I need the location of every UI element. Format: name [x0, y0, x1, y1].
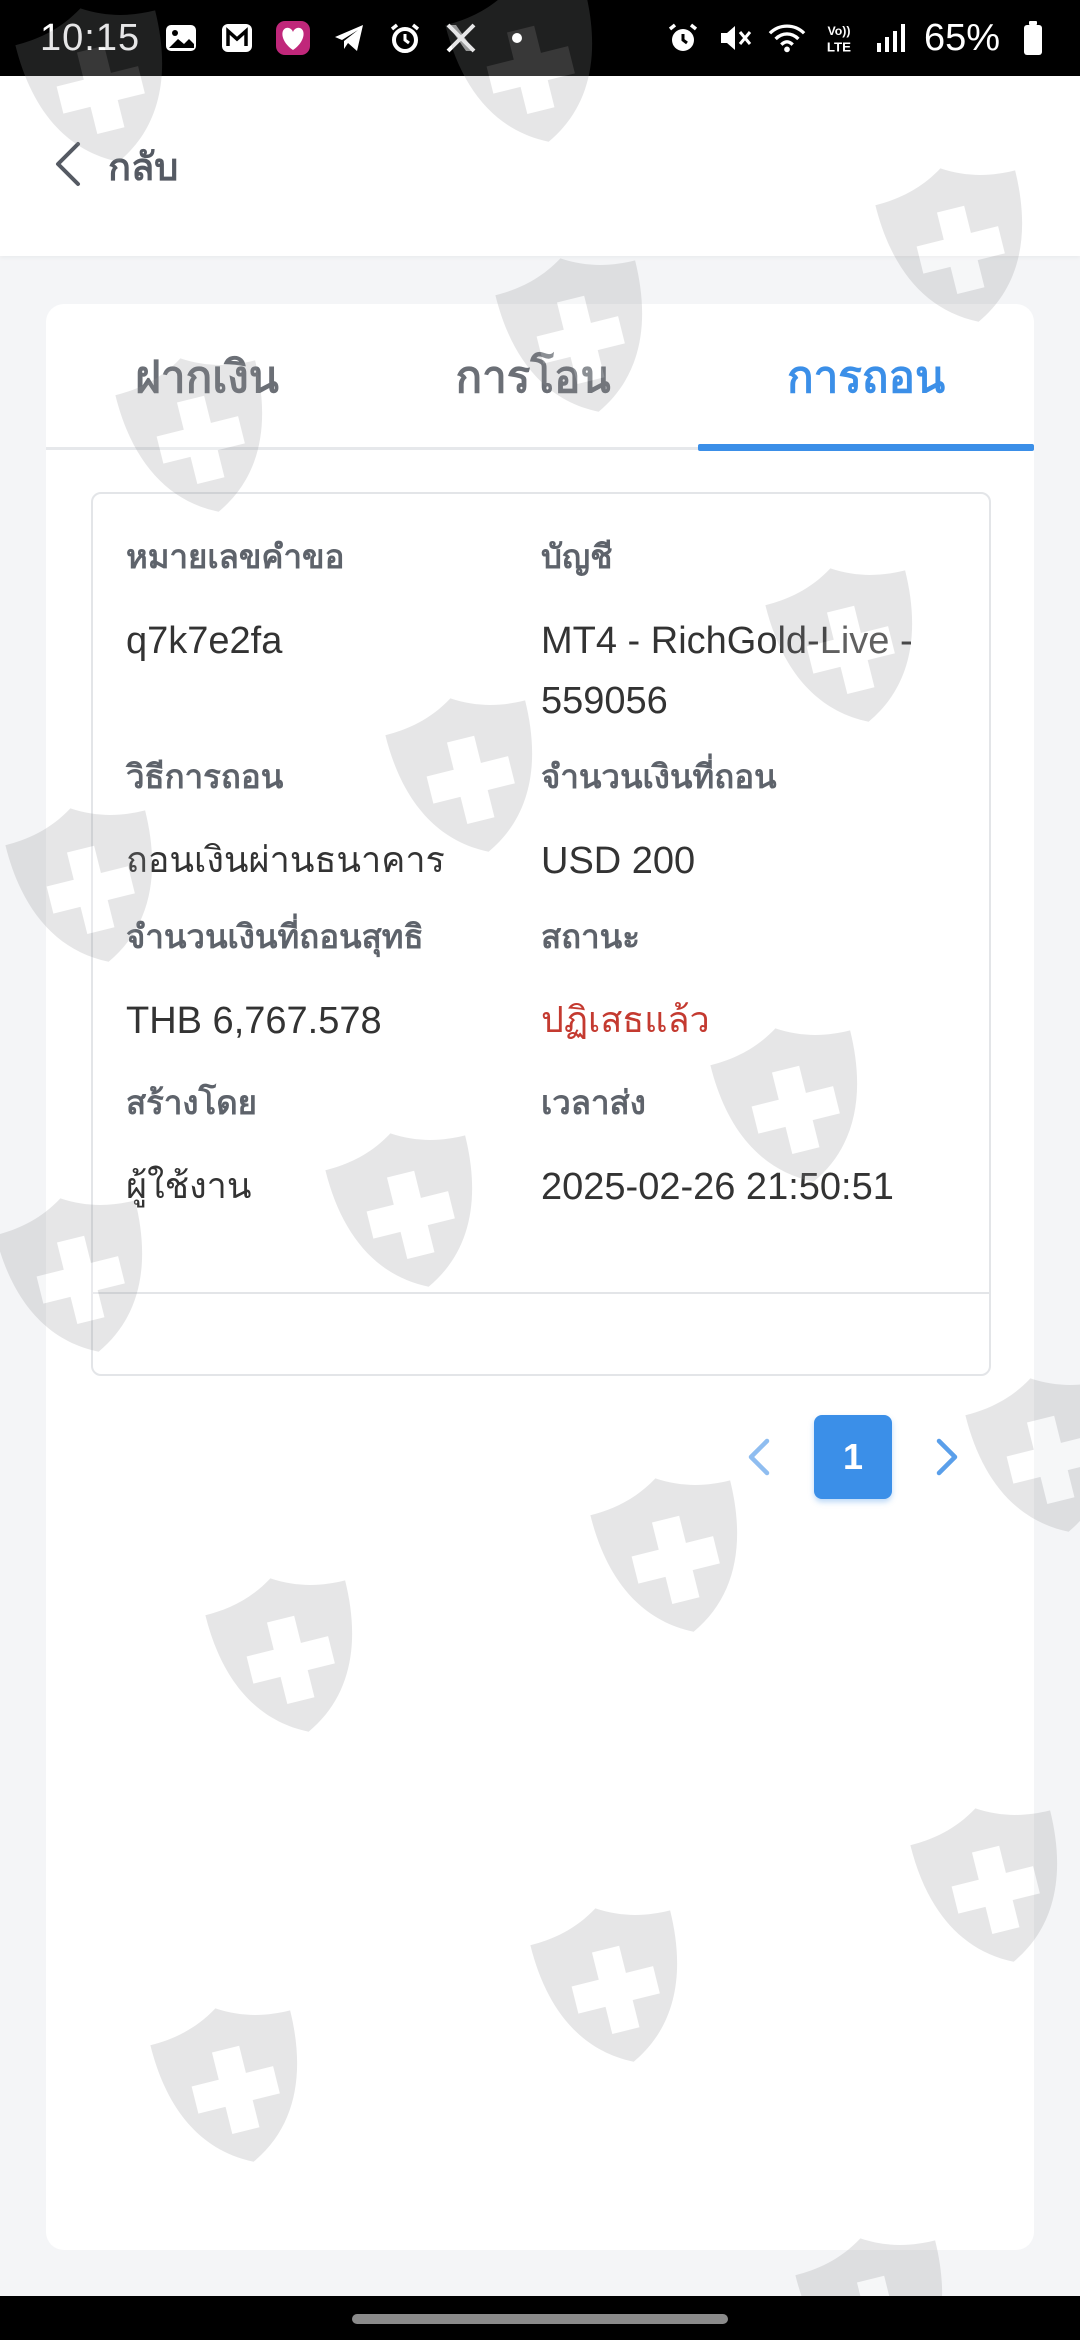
amount-value: USD 200: [541, 840, 696, 882]
status-badge: ปฏิเสธแล้ว: [541, 1000, 710, 1041]
method-field: วิธีการถอน ถอนเงินผ่านธนาคาร: [126, 750, 526, 891]
dot-icon: [498, 19, 536, 57]
tab-withdraw[interactable]: การถอน: [698, 304, 1034, 450]
submitted-time-value: 2025-02-26 21:50:51: [541, 1166, 894, 1208]
submitted-time-field: เวลาส่ง 2025-02-26 21:50:51: [541, 1076, 981, 1217]
tab-transfer[interactable]: การโอน: [372, 304, 694, 450]
battery-icon: [1014, 19, 1052, 57]
net-amount-value: THB 6,767.578: [126, 1000, 382, 1042]
account-field: บัญชี MT4 - RichGold-Live - 559056: [541, 530, 961, 731]
mute-icon: [716, 19, 754, 57]
chevron-left-icon: [52, 141, 82, 191]
app-header: กลับ: [0, 76, 1080, 256]
notification-icons: [162, 19, 536, 57]
svg-text:LTE: LTE: [827, 39, 851, 54]
method-value: ถอนเงินผ่านธนาคาร: [126, 840, 445, 881]
next-page-button[interactable]: [928, 1427, 968, 1487]
request-number-field: หมายเลขคำขอ q7k7e2fa: [126, 530, 506, 671]
transaction-tabs: ฝากเงิน การโอน การถอน: [46, 304, 1034, 451]
status-bar: 10:15 Vo)) LTE 65%: [0, 0, 1080, 76]
system-nav-bar: [0, 2296, 1080, 2340]
gmail-icon: [218, 19, 256, 57]
status-label: สถานะ: [541, 917, 640, 956]
lazada-icon: [274, 19, 312, 57]
amount-label: จำนวนเงินที่ถอน: [541, 757, 777, 796]
status-field: สถานะ ปฏิเสธแล้ว: [541, 910, 961, 1051]
account-label: บัญชี: [541, 537, 613, 576]
system-icons: Vo)) LTE 65%: [664, 17, 1052, 60]
method-label: วิธีการถอน: [126, 757, 284, 796]
back-label: กลับ: [108, 144, 179, 189]
status-time: 10:15: [40, 16, 141, 59]
pagination: 1: [738, 1412, 968, 1502]
volte-icon: Vo)) LTE: [820, 19, 858, 57]
signal-icon: [872, 19, 910, 57]
home-indicator[interactable]: [352, 2314, 728, 2324]
back-button[interactable]: กลับ: [52, 136, 178, 197]
withdrawal-fields: หมายเลขคำขอ q7k7e2fa บัญชี MT4 - RichGol…: [93, 494, 989, 1294]
previous-page-button[interactable]: [738, 1427, 778, 1487]
gallery-icon: [162, 19, 200, 57]
telegram-icon: [330, 19, 368, 57]
request-number-label: หมายเลขคำขอ: [126, 537, 345, 576]
transaction-card: ฝากเงิน การโอน การถอน หมายเลขคำขอ q7k7e2…: [46, 304, 1034, 2250]
created-by-label: สร้างโดย: [126, 1083, 258, 1122]
page-1-button[interactable]: 1: [814, 1415, 892, 1499]
tab-deposit[interactable]: ฝากเงิน: [46, 304, 368, 450]
wifi-icon: [768, 19, 806, 57]
withdrawal-detail: หมายเลขคำขอ q7k7e2fa บัญชี MT4 - RichGol…: [91, 492, 991, 1376]
created-by-value: ผู้ใช้งาน: [126, 1166, 252, 1207]
battery-percentage: 65%: [923, 16, 1000, 59]
alarm-icon: [664, 19, 702, 57]
created-by-field: สร้างโดย ผู้ใช้งาน: [126, 1076, 526, 1217]
svg-text:Vo)): Vo)): [827, 24, 850, 38]
alarm-icon: [386, 19, 424, 57]
active-tab-indicator: [698, 444, 1034, 451]
request-number-value: q7k7e2fa: [126, 620, 283, 662]
net-amount-label: จำนวนเงินที่ถอนสุทธิ: [126, 917, 424, 956]
account-value: MT4 - RichGold-Live - 559056: [541, 620, 913, 722]
net-amount-field: จำนวนเงินที่ถอนสุทธิ THB 6,767.578: [126, 910, 526, 1051]
x-icon: [442, 19, 480, 57]
submitted-time-label: เวลาส่ง: [541, 1083, 646, 1122]
amount-field: จำนวนเงินที่ถอน USD 200: [541, 750, 961, 891]
